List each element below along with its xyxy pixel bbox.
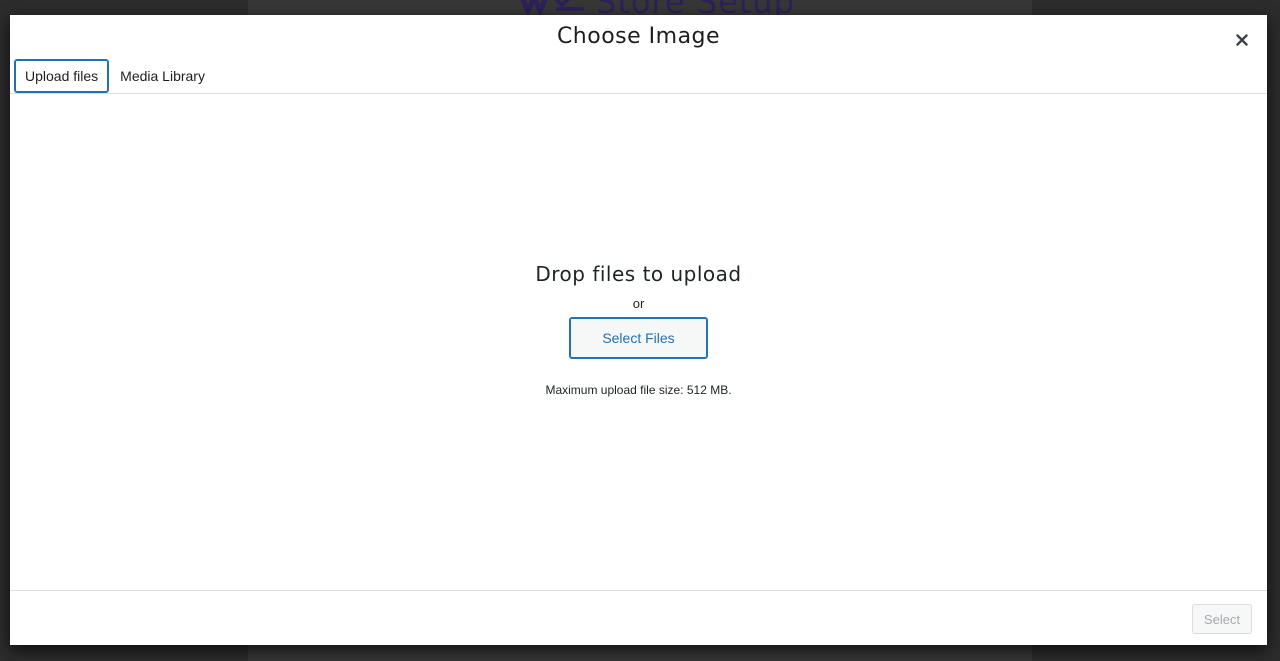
tab-media-library[interactable]: Media Library bbox=[109, 59, 216, 93]
select-files-button[interactable]: Select Files bbox=[569, 317, 708, 359]
select-button[interactable]: Select bbox=[1192, 604, 1252, 634]
tab-upload-files[interactable]: Upload files bbox=[14, 59, 110, 93]
max-upload-size-text: Maximum upload file size: 512 MB. bbox=[545, 383, 732, 397]
modal-title: Choose Image bbox=[556, 24, 721, 49]
upload-drop-zone[interactable]: Drop files to upload or Select Files Max… bbox=[10, 94, 1267, 590]
close-button[interactable] bbox=[1229, 27, 1255, 53]
or-label: or bbox=[632, 296, 645, 311]
footer-divider bbox=[10, 590, 1267, 591]
modal-tabs: Upload files Media Library bbox=[14, 59, 216, 93]
close-icon bbox=[1236, 34, 1248, 46]
choose-image-modal: Choose Image Upload files Media Library … bbox=[10, 15, 1267, 645]
drop-files-title: Drop files to upload bbox=[535, 262, 742, 286]
